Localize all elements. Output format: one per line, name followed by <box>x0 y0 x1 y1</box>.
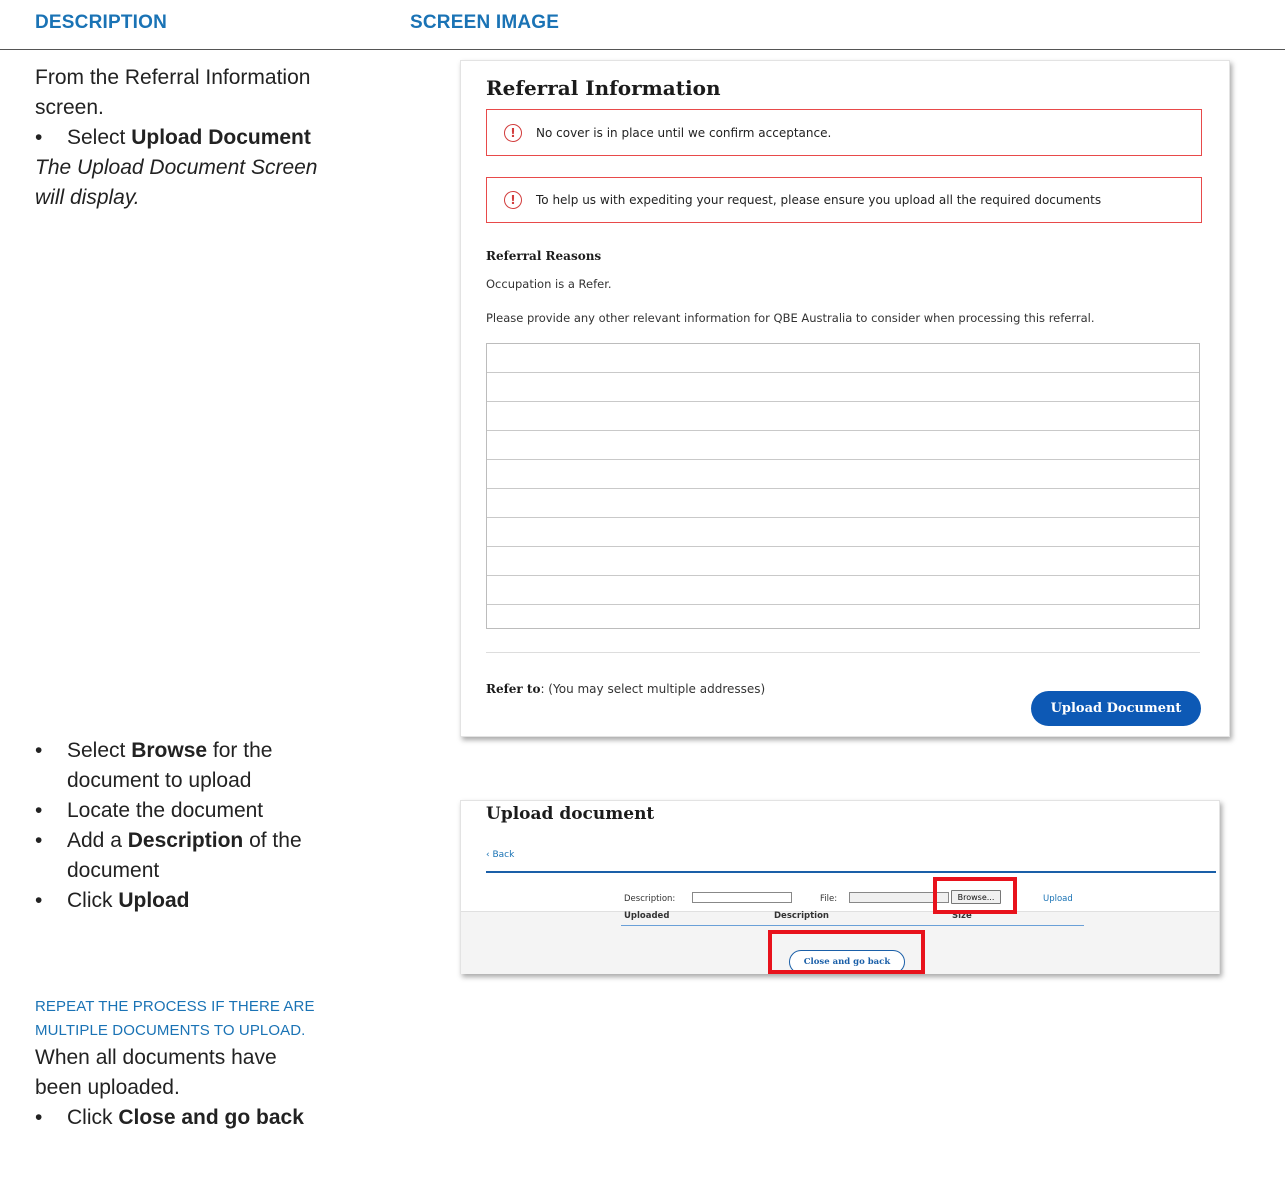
step2-bullet-locate: • Locate the document <box>35 799 264 822</box>
step3-description: When all documents have been uploaded. •… <box>35 1043 395 1133</box>
referral-reasons-heading: Referral Reasons <box>486 249 602 263</box>
alert-icon: ! <box>504 191 522 209</box>
step2-bullet-upload: • Click Upload <box>35 889 190 912</box>
step1-result-line2: will display. <box>35 186 140 209</box>
description-label: Description: <box>624 894 676 904</box>
alert-icon: ! <box>504 123 522 142</box>
referral-divider <box>486 652 1200 653</box>
repeat-note-line2: MULTIPLE DOCUMENTS TO UPLOAD. <box>35 1022 306 1039</box>
browse-highlight-box <box>933 877 1017 914</box>
description-input[interactable] <box>692 892 792 903</box>
header-divider <box>0 49 1285 50</box>
upload-link[interactable]: Upload <box>1043 894 1073 904</box>
step3-bullets: • Click Close and go back <box>35 1103 395 1133</box>
screen-image-column-header: SCREEN IMAGE <box>410 12 560 33</box>
file-label: File: <box>820 894 838 904</box>
additional-info-textarea[interactable] <box>486 343 1200 629</box>
when-line2: been uploaded. <box>35 1076 180 1099</box>
upload-document-button[interactable]: Upload Document <box>1031 691 1201 726</box>
step1-description: From the Referral Information screen. • S… <box>35 63 395 213</box>
step2-bullets: • Select Browse for the document to upload… <box>35 736 395 916</box>
documents-alert: ! To help us with expediting your reques… <box>486 177 1202 223</box>
step2-bullet-description: • Add a Description of the document <box>35 829 302 882</box>
step1-intro-line1: From the Referral Information <box>35 66 311 89</box>
referral-title: Referral Information <box>486 76 721 100</box>
table-header-rule <box>621 925 1084 926</box>
uploaded-column-header: Uploaded <box>624 911 670 921</box>
back-link[interactable]: ‹ Back <box>486 850 514 860</box>
step3-bullet-close: • Click Close and go back <box>35 1106 304 1129</box>
step1-bullets: • Select Upload Document <box>35 123 395 153</box>
upload-header-rule <box>486 871 1216 873</box>
additional-info-prompt: Please provide any other relevant inform… <box>486 311 1095 325</box>
step2-description: • Select Browse for the document to upload… <box>35 736 395 916</box>
description-column-header: DESCRIPTION <box>35 12 168 33</box>
cover-alert-text: No cover is in place until we confirm ac… <box>536 125 832 140</box>
step1-result-line1: The Upload Document Screen <box>35 156 318 179</box>
when-line1: When all documents have <box>35 1046 277 1069</box>
cover-alert: ! No cover is in place until we confirm … <box>486 109 1202 156</box>
close-highlight-box <box>768 930 925 974</box>
step2-bullet-browse: • Select Browse for the document to upload <box>35 739 273 792</box>
step1-bullet: • Select Upload Document <box>35 126 311 149</box>
repeat-note-line1: REPEAT THE PROCESS IF THERE ARE <box>35 998 315 1015</box>
upload-title: Upload document <box>486 804 655 824</box>
referral-reason: Occupation is a Refer. <box>486 277 612 291</box>
refer-to-label: Refer to: (You may select multiple addre… <box>486 682 766 696</box>
documents-alert-text: To help us with expediting your request,… <box>536 193 1102 207</box>
referral-information-screen: Referral Information ! No cover is in pl… <box>460 60 1230 737</box>
step1-intro-line2: screen. <box>35 96 104 119</box>
step2-repeat-note: REPEAT THE PROCESS IF THERE ARE MULTIPLE… <box>35 995 395 1043</box>
description-column-header-table: Description <box>774 911 829 921</box>
